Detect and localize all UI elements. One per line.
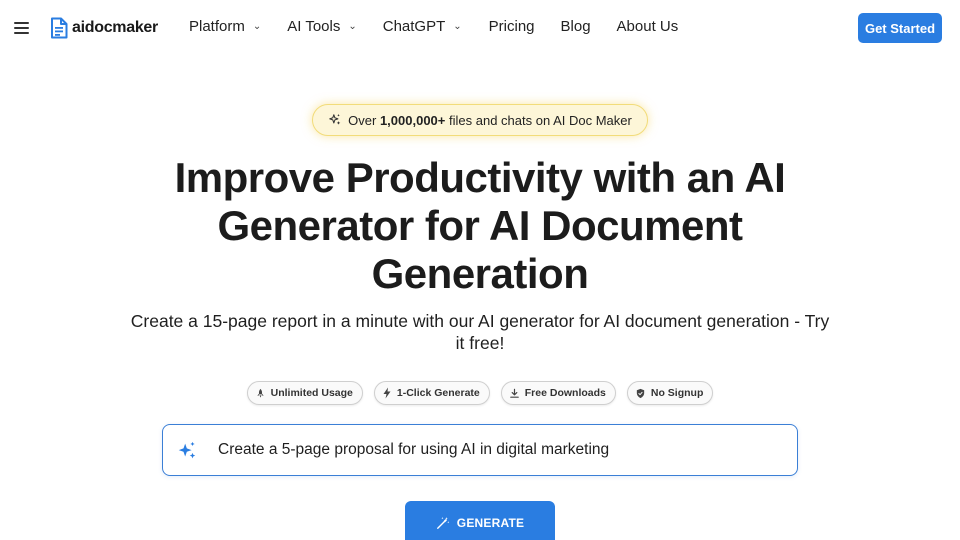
document-logo-icon [51,17,68,39]
prompt-box [162,424,798,476]
shield-check-icon [636,388,645,398]
nav-platform[interactable]: Platform ⌄ [189,18,261,35]
nav-blog[interactable]: Blog [561,18,591,35]
nav-about-us-label: About Us [616,18,679,35]
nav-blog-label: Blog [560,18,591,35]
badge-text: Over 1,000,000+ files and chats on AI Do… [348,113,632,128]
feature-label: Free Downloads [524,387,606,399]
magic-wand-icon [436,517,450,529]
chevron-down-icon: ⌄ [453,21,462,32]
feature-label: Unlimited Usage [270,387,353,399]
feature-unlimited-usage: Unlimited Usage [246,381,363,405]
feature-label: No Signup [650,387,704,399]
nav-pricing[interactable]: Pricing [489,18,535,35]
logo-text: aidocmaker [72,19,158,36]
bolt-icon [383,387,391,399]
usage-badge: Over 1,000,000+ files and chats on AI Do… [312,104,648,136]
badge-count: 1,000,000+ [379,112,446,128]
logo[interactable]: aidocmaker [50,17,158,39]
feature-1-click-generate: 1-Click Generate [373,381,490,405]
feature-pills: Unlimited Usage 1-Click Generate Free Do… [0,381,960,405]
hero-subtitle: Create a 15-page report in a minute with… [130,311,830,353]
site-header: aidocmaker Platform ⌄ AI Tools ⌄ ChatGPT… [0,0,960,56]
feature-free-downloads: Free Downloads [500,381,616,405]
sparkles-icon [178,441,196,459]
nav-ai-tools[interactable]: AI Tools ⌄ [287,18,356,35]
feature-label: 1-Click Generate [396,387,480,399]
main-nav: Platform ⌄ AI Tools ⌄ ChatGPT ⌄ Pricing … [189,18,678,35]
generate-label: GENERATE [456,516,525,530]
get-started-button[interactable]: Get Started [858,13,942,43]
hamburger-menu-icon[interactable] [14,18,34,38]
rocket-icon [256,388,264,398]
hero-title: Improve Productivity with an AI Generato… [174,154,786,297]
badge-suffix: files and chats on AI Doc Maker [449,112,632,128]
sparkles-icon [329,114,341,125]
nav-about-us[interactable]: About Us [617,18,679,35]
badge-prefix: Over [348,112,377,128]
nav-ai-tools-label: AI Tools [287,18,341,35]
feature-no-signup: No Signup [626,381,714,405]
nav-platform-label: Platform [189,18,245,35]
nav-pricing-label: Pricing [488,18,535,35]
nav-chatgpt[interactable]: ChatGPT ⌄ [383,18,462,35]
chevron-down-icon: ⌄ [348,21,357,32]
download-icon [510,388,519,398]
prompt-input[interactable] [218,425,788,475]
nav-chatgpt-label: ChatGPT [382,18,446,35]
chevron-down-icon: ⌄ [252,21,262,32]
generate-button[interactable]: GENERATE [405,501,555,540]
